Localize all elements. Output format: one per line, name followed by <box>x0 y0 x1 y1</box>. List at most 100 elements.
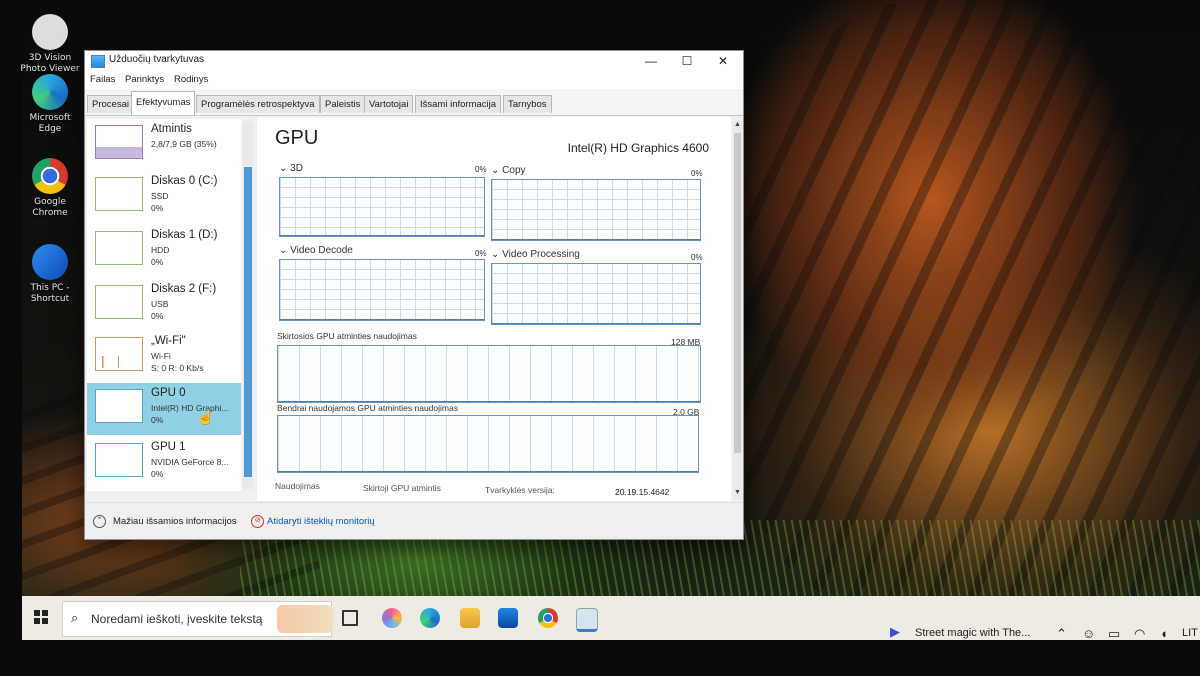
graph-baseline <box>280 319 484 320</box>
sidebar-item-label: Atmintis <box>151 123 192 135</box>
memory-thumbnail-graph <box>95 125 143 159</box>
chevron-up-icon[interactable]: ⌃ <box>93 515 106 528</box>
sidebar-item-gpu-1[interactable]: GPU 1 NVIDIA GeForce 8... 0% <box>87 437 241 489</box>
language-indicator[interactable]: LIT <box>1182 627 1198 639</box>
scroll-up-icon[interactable]: ▲ <box>734 121 741 128</box>
sidebar-item-detail: HDD <box>151 245 170 255</box>
windows-logo-icon <box>42 618 48 624</box>
task-manager-icon[interactable] <box>576 608 598 632</box>
file-explorer-icon[interactable] <box>460 608 480 628</box>
task-manager-icon <box>91 55 105 68</box>
taskbar: ⌕ Noredami ieškoti, įveskite tekstą ▶ St… <box>22 596 1200 641</box>
sidebar-item-wifi[interactable]: „Wi-Fi" Wi-Fi S: 0 R: 0 Kb/s <box>87 331 241 383</box>
resource-monitor-icon[interactable]: ⊘ <box>251 515 264 528</box>
menu-view[interactable]: Rodinys <box>174 74 208 85</box>
search-placeholder: Noredami ieškoti, įveskite tekstą <box>91 612 263 626</box>
stat-usage-label: Naudojimas <box>275 481 320 491</box>
edge-icon[interactable] <box>420 608 440 628</box>
copilot-icon[interactable] <box>382 608 402 628</box>
title-bar[interactable]: Užduočių tvarkytuvas — ☐ ✕ <box>85 51 743 71</box>
edge-icon <box>32 74 68 110</box>
sidebar-item-label: Diskas 0 (C:) <box>151 175 218 187</box>
sidebar-item-value: 0% <box>151 469 164 479</box>
tab-performance[interactable]: Efektyvumas <box>131 91 196 115</box>
menu-options[interactable]: Parinktys <box>125 74 164 85</box>
graph-pct-3d: 0% <box>475 165 487 174</box>
disk-thumbnail-graph <box>95 231 143 265</box>
main-scrollbar[interactable]: ▲ ▼ <box>733 121 742 499</box>
fewer-details-link[interactable]: Mažiau išsamios informacijos <box>113 516 237 527</box>
maximize-button[interactable]: ☐ <box>669 51 705 71</box>
sidebar-item-value: 0% <box>151 415 164 425</box>
sidebar-item-label: Diskas 1 (D:) <box>151 229 218 241</box>
sidebar-item-label: GPU 1 <box>151 441 186 453</box>
page-title: GPU <box>275 127 319 149</box>
main-scrollbar-thumb[interactable] <box>734 133 741 453</box>
graph-pct-copy: 0% <box>691 169 703 178</box>
sidebar-item-memory[interactable]: Atmintis 2,8/7,9 GB (35%) <box>87 119 241 171</box>
minimize-button[interactable]: — <box>633 51 669 71</box>
window-footer: ⌃ Mažiau išsamios informacijos ⊘ Atidary… <box>85 502 743 539</box>
sidebar-item-label: „Wi-Fi" <box>151 335 186 347</box>
task-view-icon[interactable] <box>342 610 358 626</box>
graph-label-3d[interactable]: ⌄ 3D <box>279 163 303 174</box>
chrome-icon[interactable] <box>538 608 558 628</box>
scroll-down-icon[interactable]: ▼ <box>734 489 741 496</box>
menu-bar: Failas Parinktys Rodinys <box>85 71 743 89</box>
taskbar-search-box[interactable]: ⌕ Noredami ieškoti, įveskite tekstą <box>62 601 333 637</box>
sidebar-item-detail: USB <box>151 299 169 309</box>
window-title: Užduočių tvarkytuvas <box>109 54 205 65</box>
desktop-icon-3d-vision[interactable]: 3D Vision Photo Viewer <box>18 14 82 75</box>
graph-label-video-decode[interactable]: ⌄ Video Decode <box>279 245 353 256</box>
people-icon[interactable]: ☺ <box>1082 626 1095 641</box>
mail-icon[interactable] <box>498 608 518 628</box>
sidebar-item-gpu-0[interactable]: GPU 0 Intel(R) HD Graphi... 0% <box>87 383 241 435</box>
sidebar-item-value: S: 0 R: 0 Kb/s <box>151 363 204 373</box>
tab-services[interactable]: Tarnybos <box>503 95 552 113</box>
sidebar-item-detail: Wi-Fi <box>151 351 171 361</box>
sidebar-scrollbar-thumb[interactable] <box>244 167 252 477</box>
open-resource-monitor-link[interactable]: Atidaryti išteklių monitorių <box>267 516 375 527</box>
tab-startup[interactable]: Paleistis <box>320 95 366 113</box>
desktop-icon-this-pc[interactable]: This PC - Shortcut <box>18 244 82 305</box>
graph-baseline <box>280 235 484 236</box>
media-play-icon[interactable]: ▶ <box>890 624 900 640</box>
close-button[interactable]: ✕ <box>705 51 741 71</box>
wallpaper-tiger-stripes <box>740 0 1200 610</box>
graph-pct-video-decode: 0% <box>475 249 487 258</box>
media-title[interactable]: Street magic with The... <box>915 627 1030 639</box>
tab-details[interactable]: Išsami informacija <box>415 95 502 113</box>
volume-icon[interactable]: ◖ <box>1160 626 1168 641</box>
tab-processes[interactable]: Procesai <box>87 95 134 113</box>
sidebar-item-disk-2[interactable]: Diskas 2 (F:) USB 0% <box>87 279 241 331</box>
stat-driver-version-label: Tvarkyklės versija: <box>485 485 555 495</box>
graph-baseline <box>278 471 698 472</box>
desktop-icon-edge[interactable]: Microsoft Edge <box>18 74 82 135</box>
stat-driver-version-value: 20.19.15.4642 <box>615 487 670 497</box>
tab-app-history[interactable]: Programėlės retrospektyva <box>196 95 320 113</box>
tab-users[interactable]: Vartotojai <box>364 95 414 113</box>
search-icon: ⌕ <box>71 610 79 625</box>
graph-label-copy[interactable]: ⌄ Copy <box>491 165 526 176</box>
graph-3d <box>279 177 485 237</box>
search-highlight-icon[interactable] <box>277 605 333 633</box>
sidebar-item-label: Diskas 2 (F:) <box>151 283 217 295</box>
sidebar-item-detail: 2,8/7,9 GB (35%) <box>151 139 217 149</box>
sidebar-scrollbar[interactable] <box>243 121 253 489</box>
sidebar-item-disk-0[interactable]: Diskas 0 (C:) SSD 0% <box>87 171 241 223</box>
task-manager-window: Užduočių tvarkytuvas — ☐ ✕ Failas Parink… <box>84 50 744 540</box>
start-button[interactable] <box>34 610 48 624</box>
graph-baseline <box>278 401 700 402</box>
graph-label-video-processing[interactable]: ⌄ Video Processing <box>491 249 580 260</box>
sidebar-item-detail: NVIDIA GeForce 8... <box>151 457 229 467</box>
graph-shared-memory <box>277 415 699 473</box>
wifi-thumbnail-graph <box>95 337 143 371</box>
windows-logo-icon <box>34 610 40 616</box>
stat-dedicated-memory-label: Skirtoji GPU atmintis <box>363 483 441 493</box>
desktop-icon-chrome[interactable]: Google Chrome <box>18 158 82 219</box>
gpu-detail-panel: GPU Intel(R) HD Graphics 4600 ⌄ 3D 0% ⌄ … <box>257 117 731 501</box>
menu-file[interactable]: Failas <box>90 74 115 85</box>
gpu-thumbnail-graph <box>95 443 143 477</box>
graph-copy <box>491 179 701 241</box>
sidebar-item-disk-1[interactable]: Diskas 1 (D:) HDD 0% <box>87 225 241 277</box>
